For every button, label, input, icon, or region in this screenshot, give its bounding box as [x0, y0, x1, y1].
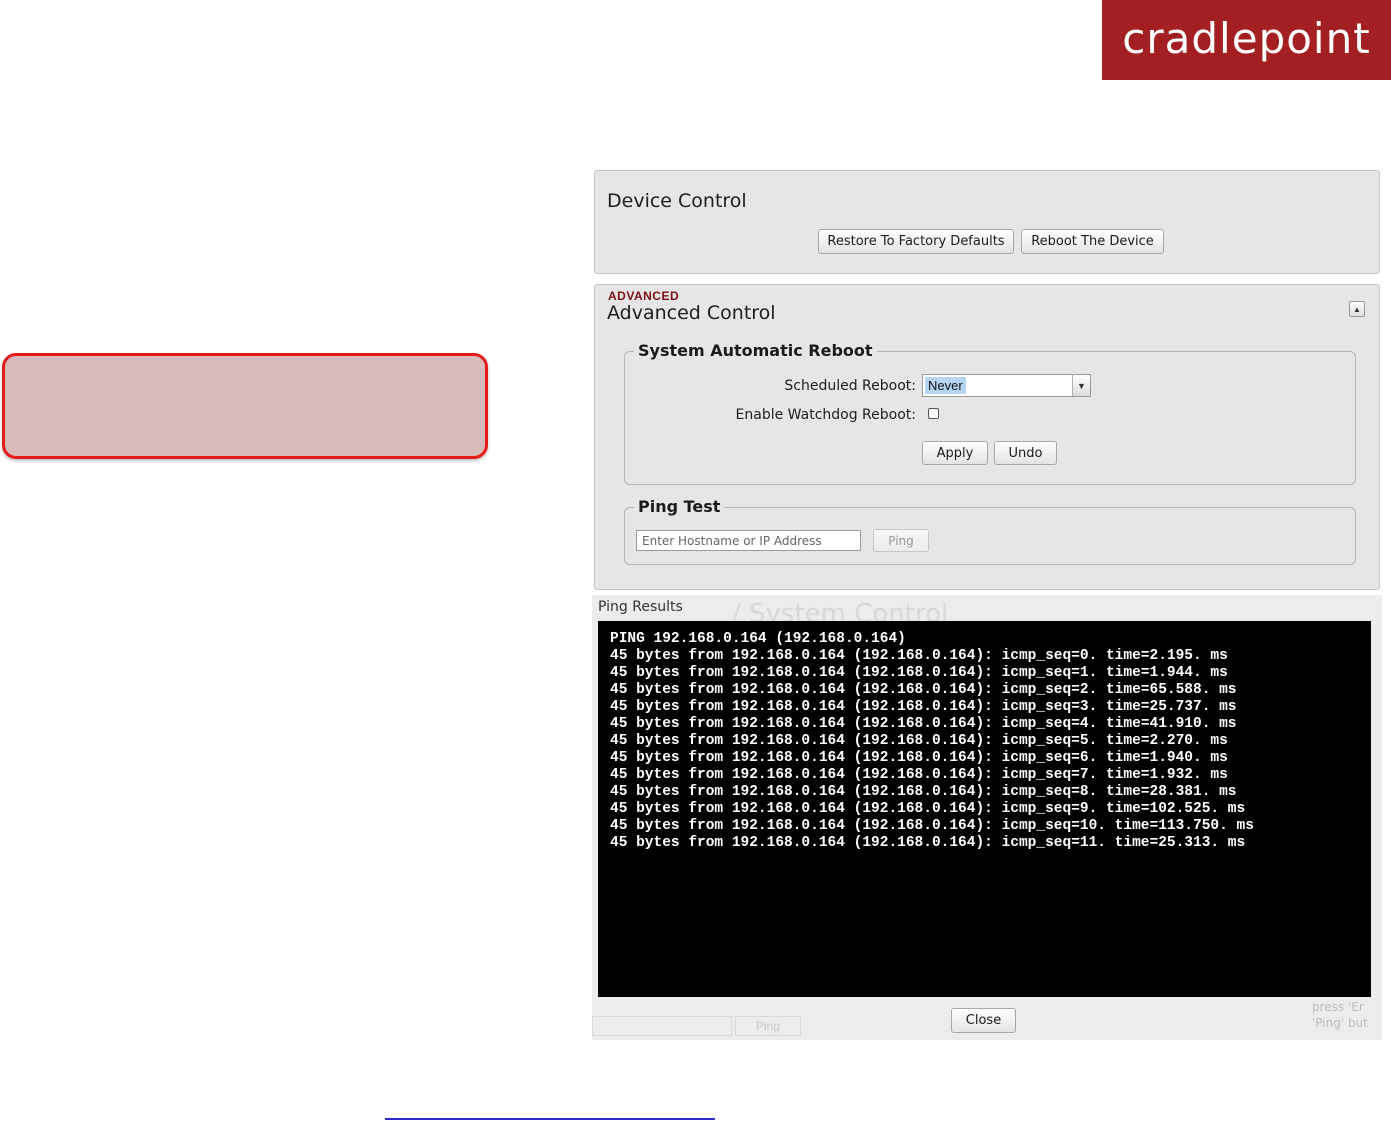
ping-results-dialog: / System Control Ping Results PING 192.1… [592, 595, 1382, 1040]
system-automatic-reboot-fieldset: System Automatic Reboot Scheduled Reboot… [624, 341, 1356, 485]
restore-factory-defaults-button[interactable]: Restore To Factory Defaults [818, 229, 1014, 254]
scheduled-reboot-label: Scheduled Reboot: [784, 378, 916, 394]
device-control-title: Device Control [607, 190, 747, 212]
watchdog-reboot-checkbox[interactable] [928, 408, 939, 419]
ping-output-line: 45 bytes from 192.168.0.164 (192.168.0.1… [610, 699, 1237, 715]
watchdog-reboot-label: Enable Watchdog Reboot: [735, 407, 916, 423]
reboot-device-button[interactable]: Reboot The Device [1021, 229, 1164, 254]
device-control-screenshot: Device Control Restore To Factory Defaul… [592, 168, 1382, 1040]
device-control-panel: Device Control Restore To Factory Defaul… [594, 170, 1380, 274]
ping-button[interactable]: Ping [873, 529, 929, 552]
ping-output-line: 45 bytes from 192.168.0.164 (192.168.0.1… [610, 784, 1237, 800]
cradlepoint-logo: cradlepoint [1102, 0, 1391, 80]
background-ping-ghost: Ping [735, 1016, 801, 1036]
ping-output-line: 45 bytes from 192.168.0.164 (192.168.0.1… [610, 801, 1246, 817]
ping-output-line: 45 bytes from 192.168.0.164 (192.168.0.1… [610, 750, 1228, 766]
scheduled-reboot-value: Never [925, 377, 966, 394]
ping-output-line: 45 bytes from 192.168.0.164 (192.168.0.1… [610, 648, 1228, 664]
collapse-up-icon[interactable]: ▲ [1349, 301, 1365, 317]
background-help-line: 'Ping' but [1312, 1016, 1368, 1030]
system-automatic-reboot-legend: System Automatic Reboot [634, 341, 877, 360]
ping-output-line: 45 bytes from 192.168.0.164 (192.168.0.1… [610, 767, 1228, 783]
advanced-control-title: Advanced Control [607, 302, 776, 324]
undo-button[interactable]: Undo [994, 441, 1057, 465]
advanced-tag: ADVANCED [608, 289, 680, 303]
ping-output-line: 45 bytes from 192.168.0.164 (192.168.0.1… [610, 835, 1246, 851]
scheduled-reboot-select[interactable]: Never ▼ [922, 374, 1091, 397]
background-input-ghost [592, 1016, 732, 1036]
background-help-line: press 'Er [1312, 1000, 1364, 1014]
ping-output-terminal: PING 192.168.0.164 (192.168.0.164) 45 byt… [598, 621, 1371, 997]
hyperlink-underline[interactable] [385, 1118, 715, 1120]
chevron-down-icon: ▼ [1072, 375, 1090, 396]
ping-output-line: PING 192.168.0.164 (192.168.0.164) [610, 631, 906, 647]
ping-output-line: 45 bytes from 192.168.0.164 (192.168.0.1… [610, 682, 1237, 698]
hostname-input[interactable]: Enter Hostname or IP Address [636, 530, 861, 551]
ping-output-line: 45 bytes from 192.168.0.164 (192.168.0.1… [610, 665, 1228, 681]
ping-results-title: Ping Results [598, 599, 683, 615]
close-button[interactable]: Close [951, 1008, 1016, 1033]
ping-test-fieldset: Ping Test Enter Hostname or IP Address P… [624, 497, 1356, 565]
advanced-control-panel: ADVANCED Advanced Control ▲ System Autom… [594, 284, 1380, 590]
ping-output-line: 45 bytes from 192.168.0.164 (192.168.0.1… [610, 716, 1237, 732]
note-callout [2, 353, 488, 459]
apply-button[interactable]: Apply [922, 441, 988, 465]
ping-output-line: 45 bytes from 192.168.0.164 (192.168.0.1… [610, 733, 1228, 749]
ping-output-line: 45 bytes from 192.168.0.164 (192.168.0.1… [610, 818, 1254, 834]
ping-test-legend: Ping Test [634, 497, 725, 516]
background-help-ghost: press 'Er 'Ping' but [1312, 999, 1368, 1031]
